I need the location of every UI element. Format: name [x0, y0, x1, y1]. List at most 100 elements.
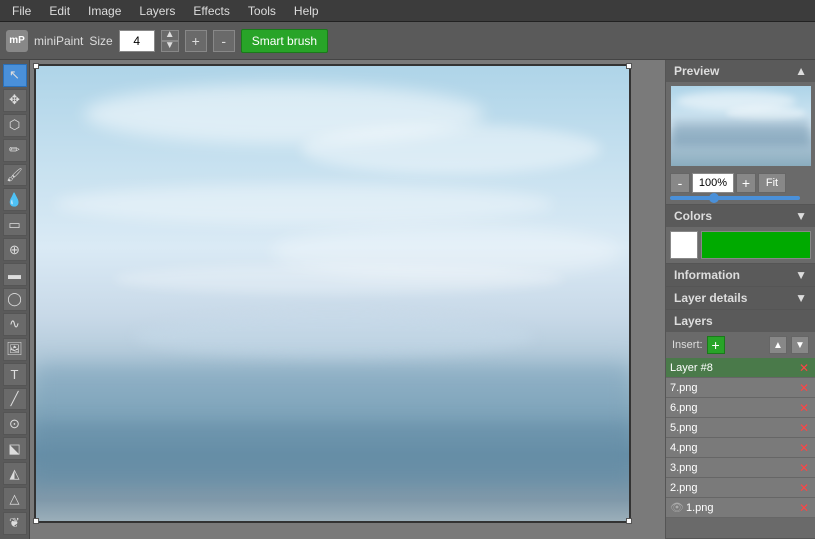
layer-item-1[interactable]: 7.png ✕ [666, 378, 815, 398]
menu-bar: File Edit Image Layers Effects Tools Hel… [0, 0, 815, 22]
smart-brush-button[interactable]: Smart brush [241, 29, 328, 53]
layers-insert-bar: Insert: + ▲ ▼ [666, 332, 815, 358]
tool-eyedropper[interactable]: 💧 [3, 188, 27, 211]
background-color-swatch[interactable] [701, 231, 811, 259]
colors-header[interactable]: Colors ▼ [666, 205, 815, 227]
tool-line[interactable]: ╱ [3, 388, 27, 411]
layer-item-4[interactable]: 4.png ✕ [666, 438, 815, 458]
layer-visibility-7[interactable]: 👁 [670, 501, 684, 514]
app-name: miniPaint [34, 34, 83, 48]
tool-polygon[interactable]: △ [3, 487, 27, 510]
tool-stamp[interactable]: ⊙ [3, 412, 27, 435]
toolbox: ↖ ✥ ⬡ ✏ 🖌 💧 ▭ ⊕ ▬ ◯ ∿ 🖼 T ╱ ⊙ ⬕ ◭ △ ❦ [0, 60, 30, 539]
layer-name-5: 3.png [670, 462, 797, 474]
size-label: Size [89, 34, 112, 48]
size-decrement[interactable]: ▼ [161, 41, 179, 52]
layer-item-7[interactable]: 👁 1.png ✕ [666, 498, 815, 518]
menu-image[interactable]: Image [80, 2, 129, 20]
menu-tools[interactable]: Tools [240, 2, 284, 20]
layer-name-2: 6.png [670, 402, 797, 414]
layers-section: Layers Insert: + ▲ ▼ Layer #8 ✕ 7.png ✕ … [666, 310, 815, 539]
information-section: Information ▼ [666, 264, 815, 287]
plus-button[interactable]: + [185, 30, 207, 52]
layers-up-button[interactable]: ▲ [769, 336, 787, 354]
zoom-value-display: 100% [692, 173, 734, 193]
layer-name-3: 5.png [670, 422, 797, 434]
size-input[interactable] [119, 30, 155, 52]
zoom-slider-handle[interactable] [709, 193, 719, 203]
layer-name-7: 1.png [686, 502, 797, 514]
layers-header[interactable]: Layers [666, 310, 815, 332]
menu-effects[interactable]: Effects [185, 2, 237, 20]
layer-item-2[interactable]: 6.png ✕ [666, 398, 815, 418]
menu-file[interactable]: File [4, 2, 39, 20]
layer-delete-1[interactable]: ✕ [797, 381, 811, 395]
menu-edit[interactable]: Edit [41, 2, 78, 20]
tool-fill[interactable]: ◭ [3, 462, 27, 485]
minus-button[interactable]: - [213, 30, 235, 52]
layer-details-collapse-icon: ▼ [795, 291, 807, 305]
layer-item-6[interactable]: 2.png ✕ [666, 478, 815, 498]
layer-name-1: 7.png [670, 382, 797, 394]
preview-image [671, 86, 811, 166]
layer-delete-6[interactable]: ✕ [797, 481, 811, 495]
layer-delete-7[interactable]: ✕ [797, 501, 811, 515]
layers-list: Layer #8 ✕ 7.png ✕ 6.png ✕ 5.png ✕ 4.png [666, 358, 815, 518]
menu-help[interactable]: Help [286, 2, 327, 20]
foreground-color-swatch[interactable] [670, 231, 698, 259]
layer-delete-3[interactable]: ✕ [797, 421, 811, 435]
tool-select[interactable]: ↖ [3, 64, 27, 87]
zoom-plus-button[interactable]: + [736, 173, 756, 193]
tool-feather[interactable]: ❦ [3, 512, 27, 535]
menu-layers[interactable]: Layers [131, 2, 183, 20]
zoom-fit-button[interactable]: Fit [758, 173, 786, 193]
zoom-controls: - 100% + Fit [666, 170, 815, 196]
main-area: ↖ ✥ ⬡ ✏ 🖌 💧 ▭ ⊕ ▬ ◯ ∿ 🖼 T ╱ ⊙ ⬕ ◭ △ ❦ [0, 60, 815, 539]
tool-brush[interactable]: 🖌 [3, 164, 27, 187]
tool-pencil[interactable]: ✏ [3, 139, 27, 162]
preview-title: Preview [674, 64, 719, 78]
layer-details-title: Layer details [674, 291, 747, 305]
preview-collapse-icon: ▲ [795, 64, 807, 78]
zoom-slider[interactable] [670, 196, 800, 200]
tool-ellipse-select[interactable]: ◯ [3, 288, 27, 311]
layer-item-3[interactable]: 5.png ✕ [666, 418, 815, 438]
tool-transform[interactable]: ⬕ [3, 437, 27, 460]
tool-eraser[interactable]: ▭ [3, 213, 27, 236]
colors-collapse-icon: ▼ [795, 209, 807, 223]
information-header[interactable]: Information ▼ [666, 264, 815, 286]
layers-title: Layers [674, 314, 713, 328]
toolbar: mP miniPaint Size ▲ ▼ + - Smart brush [0, 22, 815, 60]
tool-clone[interactable]: ⊕ [3, 238, 27, 261]
information-collapse-icon: ▼ [795, 268, 807, 282]
tool-text[interactable]: T [3, 363, 27, 386]
zoom-minus-button[interactable]: - [670, 173, 690, 193]
right-panel: Preview ▲ - 100% + Fit Colors ▼ [665, 60, 815, 539]
tool-paint-bucket[interactable]: ⬡ [3, 114, 27, 137]
layer-details-header[interactable]: Layer details ▼ [666, 287, 815, 309]
layers-insert-label: Insert: [672, 339, 703, 351]
layer-delete-5[interactable]: ✕ [797, 461, 811, 475]
layer-item-0[interactable]: Layer #8 ✕ [666, 358, 815, 378]
tool-lasso[interactable]: ∿ [3, 313, 27, 336]
layers-down-button[interactable]: ▼ [791, 336, 809, 354]
size-increment[interactable]: ▲ [161, 30, 179, 41]
tool-rect-select[interactable]: ▬ [3, 263, 27, 286]
canvas[interactable] [34, 64, 631, 523]
layer-delete-2[interactable]: ✕ [797, 401, 811, 415]
tool-image[interactable]: 🖼 [3, 338, 27, 361]
preview-section: Preview ▲ - 100% + Fit [666, 60, 815, 205]
layer-name-0: Layer #8 [670, 362, 797, 374]
canvas-container[interactable] [34, 64, 661, 535]
canvas-area [30, 60, 665, 539]
layer-item-5[interactable]: 3.png ✕ [666, 458, 815, 478]
size-spinner: ▲ ▼ [161, 30, 179, 52]
layer-delete-0[interactable]: ✕ [797, 361, 811, 375]
layers-add-button[interactable]: + [707, 336, 725, 354]
layer-delete-4[interactable]: ✕ [797, 441, 811, 455]
information-title: Information [674, 268, 740, 282]
colors-title: Colors [674, 209, 712, 223]
layer-name-6: 2.png [670, 482, 797, 494]
preview-header[interactable]: Preview ▲ [666, 60, 815, 82]
tool-move[interactable]: ✥ [3, 89, 27, 112]
